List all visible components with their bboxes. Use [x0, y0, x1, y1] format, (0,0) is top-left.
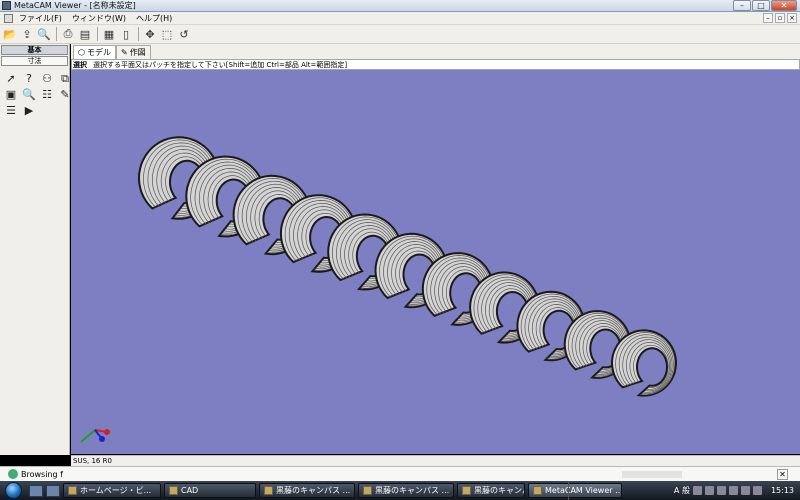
minimize-button[interactable]: –: [733, 0, 751, 11]
tab-basic[interactable]: 基本: [1, 45, 68, 55]
toolbar-separator: [97, 27, 98, 41]
tab-drawing-label: 作図: [129, 48, 146, 57]
doc-minimize-button[interactable]: –: [763, 13, 773, 23]
side-panel: 基本 寸法 ➚ ? ⚇ ⧉ ▣ 🔍 ☷ ✎ ☰ ▶: [0, 44, 70, 455]
layers-icon[interactable]: ☰: [3, 103, 19, 118]
browsing-text: Browsing f: [21, 469, 63, 479]
taskbar-item[interactable]: 黒藤のキャンパス ...: [259, 483, 355, 498]
show-desktop-icon[interactable]: [29, 484, 43, 497]
maximize-button[interactable]: □: [752, 0, 770, 11]
menu-window[interactable]: ウィンドウ(W): [67, 13, 131, 24]
play-step-icon[interactable]: ▶: [21, 103, 37, 118]
start-button[interactable]: [0, 481, 26, 500]
import-icon[interactable]: ⇪: [19, 27, 35, 42]
tab-model-label: モデル: [86, 48, 111, 57]
tray-app-icon[interactable]: [740, 486, 750, 495]
tray-app-icon[interactable]: [752, 486, 762, 495]
help-pointer-icon[interactable]: ?: [21, 71, 37, 86]
select-arrow-icon[interactable]: ➚: [3, 71, 19, 86]
document-info-icon[interactable]: ▯: [118, 27, 134, 42]
ime-icon[interactable]: [692, 486, 702, 495]
folder-icon: [169, 486, 178, 495]
status-text: SUS, 16 R0: [73, 457, 112, 465]
prompt-text: 選択する平面又はパッチを指定して下さい[Shift=追加 Ctrl=部品 Alt…: [93, 60, 348, 69]
tool-palette: ➚ ? ⚇ ⧉ ▣ 🔍 ☷ ✎ ☰ ▶: [0, 66, 70, 118]
document-icon[interactable]: [4, 13, 13, 23]
preview-icon[interactable]: 🔍: [36, 27, 52, 42]
title-bar: MetaCAM Viewer - [名称未設定] – □ ✕: [0, 0, 800, 12]
app-icon: [2, 1, 11, 10]
doc-restore-button[interactable]: ▫: [775, 13, 785, 23]
tree-list-icon[interactable]: ☷: [39, 87, 55, 102]
browser-icon: [8, 469, 18, 479]
volume-icon[interactable]: [716, 486, 726, 495]
network-icon[interactable]: [704, 486, 714, 495]
browsing-field: [622, 471, 682, 478]
browser-window-icon: [363, 486, 372, 495]
security-icon[interactable]: [728, 486, 738, 495]
prompt-label: 選択: [73, 60, 87, 69]
ie-icon: [68, 486, 77, 495]
taskbar-item[interactable]: 黒藤のキャンパス ...: [457, 483, 525, 498]
cube-icon: ⬡: [78, 48, 85, 57]
taskbar-item[interactable]: ホームページ・ビ...: [63, 483, 161, 498]
pan-icon[interactable]: ✥: [142, 27, 158, 42]
tab-dimension[interactable]: 寸法: [1, 56, 68, 66]
taskbar: ホームページ・ビ... CAD 黒藤のキャンパス ... 黒藤のキャンパス ..…: [0, 481, 800, 500]
3d-viewport[interactable]: [71, 70, 800, 454]
toolbar-separator: [138, 27, 139, 41]
properties-icon[interactable]: ▦: [101, 27, 117, 42]
zoom-window-icon[interactable]: ⬚: [159, 27, 175, 42]
layer-view-icon[interactable]: ▣: [3, 87, 19, 102]
close-button[interactable]: ✕: [771, 0, 797, 11]
walk-icon[interactable]: ⚇: [39, 71, 55, 86]
window-controls: – □ ✕: [733, 0, 797, 11]
window-title: MetaCAM Viewer - [名称未設定]: [14, 1, 136, 10]
clock: 15:13: [770, 486, 794, 495]
document-window-controls: – ▫ ×: [763, 13, 797, 23]
print-preview-icon[interactable]: ▤: [77, 27, 93, 42]
taskbar-item[interactable]: CAD: [164, 483, 256, 498]
menu-bar: ファイル(F) ウィンドウ(W) ヘルプ(H) – ▫ ×: [0, 12, 800, 25]
pencil-icon: ✎: [120, 48, 128, 57]
language-bar[interactable]: A 般: [674, 485, 690, 496]
open-folder-icon[interactable]: 📂: [2, 27, 18, 42]
tab-drawing[interactable]: ✎ 作図: [115, 45, 151, 59]
metacam-icon: [533, 486, 542, 495]
browsing-bar: Browsing f ✕: [0, 466, 800, 481]
zoom-icon[interactable]: 🔍: [21, 87, 37, 102]
system-tray: A 般 15:13: [568, 481, 800, 500]
taskbar-item[interactable]: 黒藤のキャンパス ...: [358, 483, 454, 498]
print-icon[interactable]: ⎙: [60, 27, 76, 42]
tab-model[interactable]: ⬡ モデル: [73, 45, 116, 59]
doc-close-button[interactable]: ×: [787, 13, 797, 23]
rotate-view-icon[interactable]: ↺: [176, 27, 192, 42]
menu-help[interactable]: ヘルプ(H): [131, 13, 177, 24]
view-tabs: ⬡ モデル ✎ 作図: [71, 44, 800, 59]
windows-orb-icon: [4, 482, 22, 499]
menu-file[interactable]: ファイル(F): [14, 13, 67, 24]
browser-window-icon: [462, 486, 471, 495]
command-prompt: 選択 選択する平面又はパッチを指定して下さい[Shift=追加 Ctrl=部品 …: [71, 59, 800, 70]
main-toolbar: 📂 ⇪ 🔍 ⎙ ▤ ▦ ▯ ✥ ⬚ ↺: [0, 25, 800, 44]
browsing-close-button[interactable]: ✕: [777, 469, 788, 480]
axis-triad: [80, 429, 110, 443]
browser-window-icon: [264, 486, 273, 495]
toolbar-separator: [56, 27, 57, 41]
status-bar: SUS, 16 R0: [71, 455, 800, 466]
quick-launch-icon[interactable]: [46, 484, 60, 497]
